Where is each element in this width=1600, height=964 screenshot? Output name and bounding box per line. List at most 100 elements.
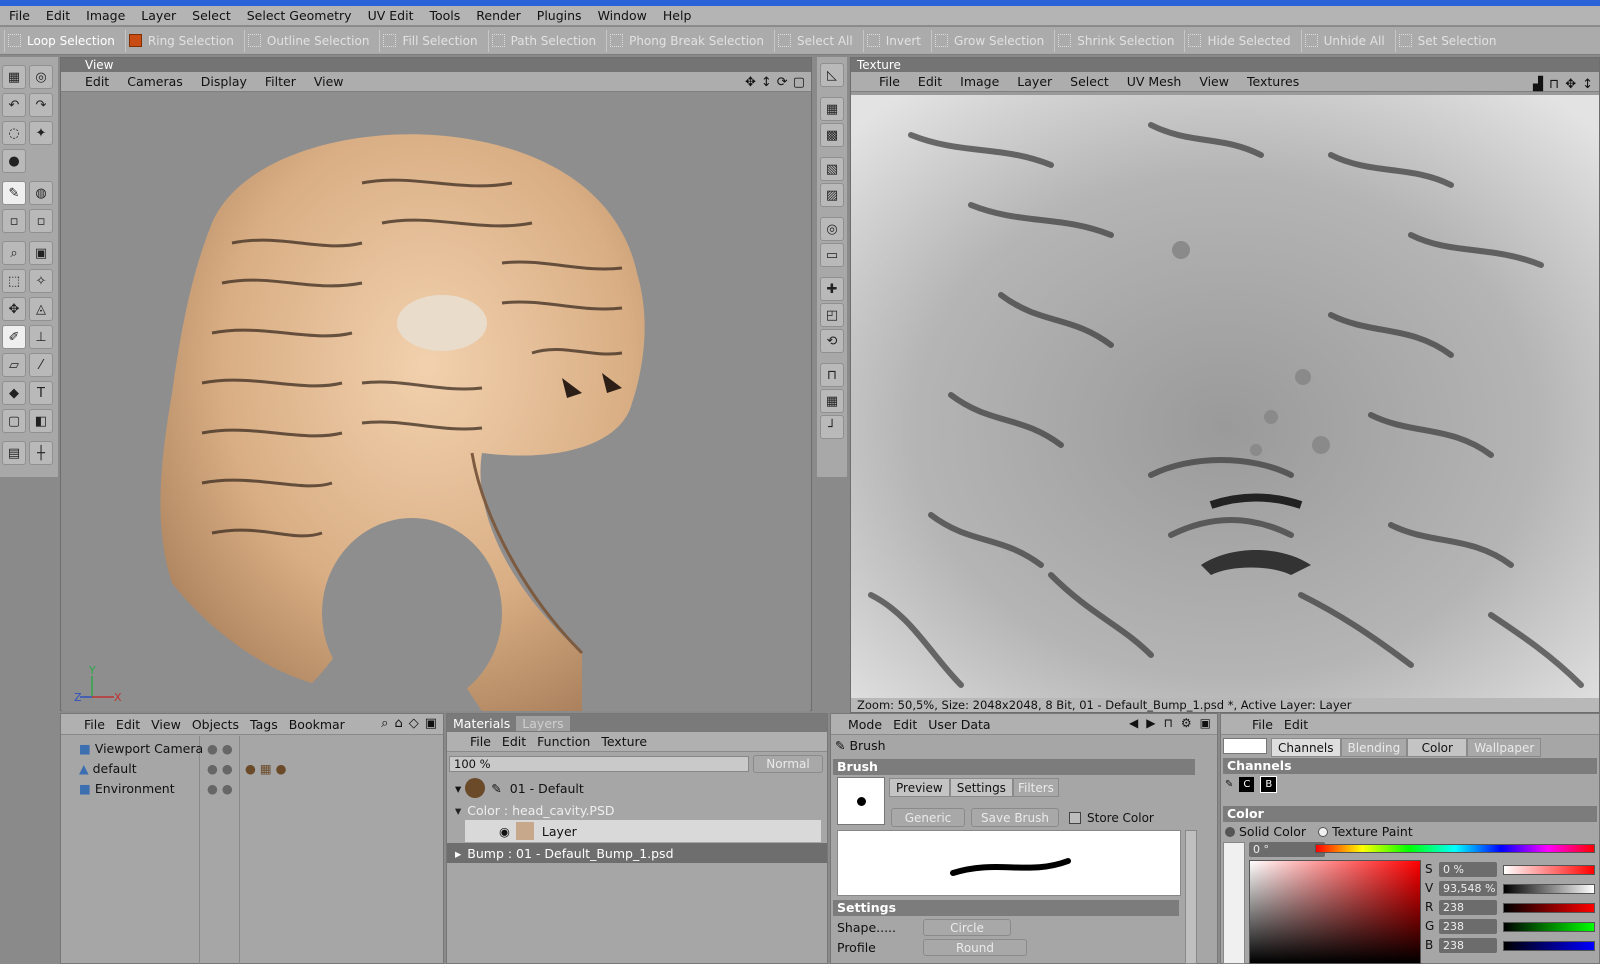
opacity-slider[interactable]: 100 % <box>449 756 749 772</box>
tab-filters[interactable]: Filters <box>1012 778 1059 797</box>
menu-window[interactable]: Window <box>589 6 654 26</box>
shape-select[interactable]: Circle <box>923 919 1011 936</box>
zoom-icon[interactable]: ⌕ <box>2 241 26 265</box>
saturation-value-picker[interactable] <box>1249 860 1421 964</box>
object-row-camera[interactable]: ■ Viewport Camera ● ● <box>61 738 443 758</box>
projection-paint-icon[interactable]: ◍ <box>29 181 53 205</box>
rotate-view-icon[interactable]: ⟳ <box>777 75 788 90</box>
paint-enable-icon[interactable]: ✎ <box>491 781 501 796</box>
saturation-slider[interactable] <box>1503 865 1595 875</box>
brush-preview[interactable] <box>837 777 885 825</box>
uv-scale-icon[interactable]: ◰ <box>820 303 844 327</box>
path-selection-button[interactable]: Path Selection <box>487 29 602 52</box>
blue-field[interactable]: 238 <box>1439 938 1497 953</box>
globe-icon[interactable]: ● <box>2 149 26 173</box>
texture-menu-uv-mesh[interactable]: UV Mesh <box>1127 74 1182 89</box>
menu-help[interactable]: Help <box>654 6 699 26</box>
tab-layers[interactable]: Layers <box>516 715 570 731</box>
object-menu-view[interactable]: View <box>151 717 181 732</box>
bump-channel-row[interactable]: ▸ Bump : 01 - Default_Bump_1.psd <box>447 843 827 863</box>
view-menu-cameras[interactable]: Cameras <box>127 74 183 89</box>
tab-preview[interactable]: Preview <box>889 778 950 797</box>
store-color-checkbox[interactable] <box>1069 811 1081 824</box>
uv-axis-icon[interactable]: ┘ <box>820 415 844 439</box>
layer-row[interactable]: ◉ Layer <box>465 820 821 842</box>
maximize-icon[interactable]: ▢ <box>793 75 805 90</box>
texture-dolly-icon[interactable]: ↕ <box>1582 77 1593 92</box>
clone-stamp-icon[interactable]: ⊥ <box>29 325 53 349</box>
axis-icon[interactable]: ┼ <box>29 441 53 465</box>
color-swatch-icon[interactable]: ◧ <box>29 409 53 433</box>
object-menu-bookmar[interactable]: Bookmar <box>289 717 345 732</box>
mode-2d-alt-icon[interactable]: ▫ <box>29 209 53 233</box>
color-channel-row[interactable]: ▾ Color : head_cavity.PSD <box>447 800 827 820</box>
tab-blending[interactable]: Blending <box>1340 738 1408 757</box>
set-selection-button[interactable]: Set Selection <box>1394 29 1503 52</box>
color-menu-file[interactable]: File <box>1252 717 1273 732</box>
phong-break-selection-button[interactable]: Phong Break Selection <box>606 29 770 52</box>
dolly-icon[interactable]: ↕ <box>761 75 772 90</box>
grow-selection-button[interactable]: Grow Selection <box>931 29 1050 52</box>
hue-field[interactable]: 0 ° <box>1249 842 1325 857</box>
attr-scrollbar[interactable] <box>1185 830 1197 964</box>
menu-uv-edit[interactable]: UV Edit <box>359 6 421 26</box>
tab-color[interactable]: Color <box>1407 738 1468 757</box>
attr-menu-edit[interactable]: Edit <box>893 717 917 732</box>
object-row-environment[interactable]: ■ Environment ● ● <box>61 778 443 798</box>
object-search-icon[interactable]: ⌕ <box>381 716 388 731</box>
visibility-dots-icon[interactable]: ● ● <box>207 741 233 756</box>
uv-grid-icon[interactable]: ▦ <box>820 389 844 413</box>
attr-settings-icon[interactable]: ⚙ <box>1181 716 1192 730</box>
invert-button[interactable]: Invert <box>862 29 927 52</box>
attr-menu-user-data[interactable]: User Data <box>928 717 990 732</box>
uv-polygon-icon[interactable]: ◺ <box>820 63 844 87</box>
current-color-swatch[interactable] <box>1223 738 1267 754</box>
live-select-icon[interactable]: ◌ <box>2 121 26 145</box>
attr-lock-icon[interactable]: ⊓ <box>1164 716 1173 730</box>
rectangle-selection-icon[interactable]: ▭ <box>820 243 844 267</box>
menu-select-geometry[interactable]: Select Geometry <box>238 6 359 26</box>
red-field[interactable]: 238 <box>1439 900 1497 915</box>
eyedropper-icon[interactable]: ⁄ <box>29 353 53 377</box>
film-icon[interactable]: ▣ <box>29 241 53 265</box>
object-expand-icon[interactable]: ▣ <box>425 716 437 731</box>
texture-lock-icon[interactable]: ⊓ <box>1549 77 1559 92</box>
profile-select[interactable]: Round <box>923 939 1027 956</box>
shape-icon[interactable]: ▢ <box>2 409 26 433</box>
texture-menu-select[interactable]: Select <box>1070 74 1109 89</box>
ring-selection-button[interactable]: Ring Selection <box>124 29 240 52</box>
texture-menu-edit[interactable]: Edit <box>918 74 942 89</box>
menu-layer[interactable]: Layer <box>132 6 183 26</box>
shrink-selection-button[interactable]: Shrink Selection <box>1054 29 1180 52</box>
transform-icon[interactable]: ◬ <box>29 297 53 321</box>
attr-expand-icon[interactable]: ▣ <box>1200 716 1211 730</box>
object-menu-tags[interactable]: Tags <box>250 717 278 732</box>
fill-bucket-icon[interactable]: ◆ <box>2 381 26 405</box>
undo-icon[interactable]: ↶ <box>2 93 26 117</box>
menu-plugins[interactable]: Plugins <box>528 6 589 26</box>
layout-icon[interactable]: ▦ <box>2 65 26 89</box>
material-menu-edit[interactable]: Edit <box>502 734 526 749</box>
save-brush-button[interactable]: Save Brush <box>971 808 1059 827</box>
brush-preset-select[interactable]: Generic <box>891 808 965 827</box>
object-menu-file[interactable]: File <box>84 717 105 732</box>
texture-canvas[interactable] <box>851 95 1599 698</box>
view-menu-view[interactable]: View <box>314 74 344 89</box>
live-selection-icon[interactable]: ◎ <box>820 217 844 241</box>
texture-menu-image[interactable]: Image <box>960 74 999 89</box>
uv-rotate-icon[interactable]: ⟲ <box>820 329 844 353</box>
lock-icon[interactable]: ⊓ <box>820 363 844 387</box>
forward-arrow-icon[interactable]: ▶ <box>1146 716 1155 730</box>
select-all-button[interactable]: Select All <box>774 29 859 52</box>
green-slider[interactable] <box>1503 922 1595 932</box>
histogram-icon[interactable]: ▟ <box>1533 77 1543 92</box>
red-slider[interactable] <box>1503 903 1595 913</box>
checker-icon[interactable]: ▧ <box>820 157 844 181</box>
tab-settings[interactable]: Settings <box>949 778 1013 797</box>
redo-icon[interactable]: ↷ <box>29 93 53 117</box>
texture-menu-textures[interactable]: Textures <box>1247 74 1299 89</box>
value-field[interactable]: 93,548 % <box>1439 881 1497 896</box>
uv-edges-icon[interactable]: ▩ <box>820 123 844 147</box>
green-field[interactable]: 238 <box>1439 919 1497 934</box>
solid-color-radio[interactable] <box>1225 827 1235 837</box>
